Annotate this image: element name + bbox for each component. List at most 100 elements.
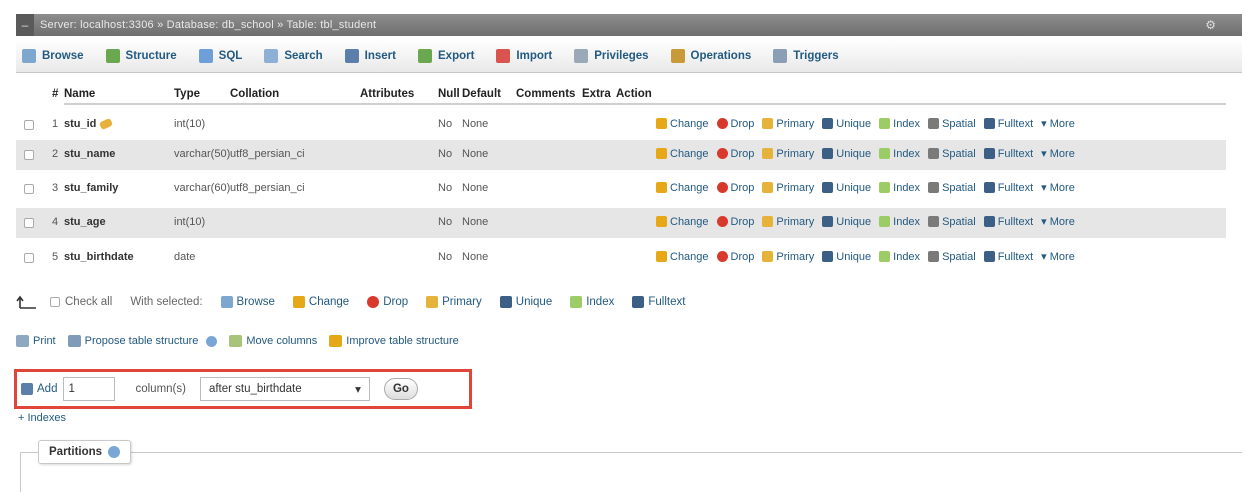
check-all[interactable]: Check all <box>50 296 112 308</box>
action-fulltext[interactable]: Fulltext <box>983 215 1033 228</box>
bulk-drop-button[interactable]: Drop <box>367 296 408 308</box>
bulk-index-button[interactable]: Index <box>570 296 614 308</box>
propose-structure-link[interactable]: Propose table structure <box>67 335 218 347</box>
header-type[interactable]: Type <box>174 88 200 104</box>
action-primary[interactable]: Primary <box>762 250 814 263</box>
bulk-change-button[interactable]: Change <box>292 296 349 308</box>
tab-search[interactable]: Search <box>264 48 323 63</box>
move-columns-icon <box>229 335 243 347</box>
action-change[interactable]: Change <box>656 250 709 263</box>
column-name[interactable]: stu_birthdate <box>64 251 134 263</box>
table-row: 3 stu_family varchar(60) utf8_persian_ci No N… <box>16 174 1226 204</box>
action-drop[interactable]: Drop <box>716 181 754 194</box>
action-more[interactable]: ▾ More <box>1041 147 1075 160</box>
action-spatial[interactable]: Spatial <box>928 117 976 130</box>
action-primary[interactable]: Primary <box>762 147 814 160</box>
tab-triggers[interactable]: Triggers <box>773 48 839 63</box>
tab-structure[interactable]: Structure <box>105 48 177 63</box>
help-icon[interactable] <box>108 446 121 458</box>
action-index[interactable]: Index <box>879 215 920 228</box>
action-unique[interactable]: Unique <box>822 117 871 130</box>
column-type-text: int(10) <box>174 216 206 228</box>
row-checkbox[interactable] <box>24 150 34 160</box>
column-name[interactable]: stu_name <box>64 148 115 160</box>
action-label: Change <box>670 181 709 194</box>
action-change[interactable]: Change <box>656 147 709 160</box>
action-spatial[interactable]: Spatial <box>928 250 976 263</box>
action-spatial[interactable]: Spatial <box>928 181 976 194</box>
header-comments[interactable]: Comments <box>516 88 575 104</box>
tab-insert[interactable]: Insert <box>344 48 396 63</box>
improve-structure-link[interactable]: Improve table structure <box>329 335 459 347</box>
breadcrumb[interactable]: Server: localhost:3306 » Database: db_sc… <box>40 19 376 31</box>
tab-browse[interactable]: Browse <box>22 48 84 63</box>
action-more[interactable]: ▾ More <box>1041 215 1075 228</box>
action-unique[interactable]: Unique <box>822 215 871 228</box>
tab-operations[interactable]: Operations <box>670 48 751 63</box>
action-primary[interactable]: Primary <box>762 215 814 228</box>
action-unique[interactable]: Unique <box>822 147 871 160</box>
header-attributes[interactable]: Attributes <box>360 88 414 104</box>
action-index[interactable]: Index <box>879 117 920 130</box>
column-position-select[interactable]: after stu_birthdate ▾ <box>199 377 370 401</box>
tab-export[interactable]: Export <box>418 48 474 63</box>
action-spatial[interactable]: Spatial <box>928 147 976 160</box>
row-checkbox[interactable] <box>24 218 34 228</box>
print-link[interactable]: Print <box>16 335 56 347</box>
row-checkbox[interactable] <box>24 184 34 194</box>
action-spatial[interactable]: Spatial <box>928 215 976 228</box>
column-name[interactable]: stu_id <box>64 117 114 131</box>
key-icon <box>762 251 774 262</box>
action-change[interactable]: Change <box>656 181 709 194</box>
action-unique[interactable]: Unique <box>822 250 871 263</box>
action-unique[interactable]: Unique <box>822 181 871 194</box>
tab-privileges[interactable]: Privileges <box>574 48 649 63</box>
action-primary[interactable]: Primary <box>762 117 814 130</box>
partitions-fieldset <box>20 452 1242 492</box>
bulk-fulltext-button[interactable]: Fulltext <box>632 296 685 308</box>
chevron-down-icon: ▾ <box>355 384 361 396</box>
header-collation[interactable]: Collation <box>230 88 279 104</box>
action-primary[interactable]: Primary <box>762 181 814 194</box>
action-drop[interactable]: Drop <box>716 215 754 228</box>
action-change[interactable]: Change <box>656 215 709 228</box>
header-extra[interactable]: Extra <box>582 88 611 104</box>
move-columns-link[interactable]: Move columns <box>229 335 317 347</box>
action-label: Drop <box>730 250 755 263</box>
action-drop[interactable]: Drop <box>716 147 754 160</box>
tab-import[interactable]: Import <box>496 48 552 63</box>
action-fulltext[interactable]: Fulltext <box>983 181 1033 194</box>
action-change[interactable]: Change <box>656 117 709 130</box>
check-all-checkbox[interactable] <box>50 297 60 307</box>
bulk-primary-button[interactable]: Primary <box>426 296 482 308</box>
action-more[interactable]: ▾ More <box>1041 250 1075 263</box>
row-checkbox[interactable] <box>24 120 34 130</box>
action-fulltext[interactable]: Fulltext <box>983 250 1033 263</box>
action-drop[interactable]: Drop <box>716 250 755 263</box>
column-name[interactable]: stu_family <box>64 182 118 194</box>
action-index[interactable]: Index <box>879 181 920 194</box>
action-drop[interactable]: Drop <box>716 117 754 130</box>
go-button[interactable]: Go <box>383 378 418 400</box>
help-icon[interactable] <box>206 335 218 347</box>
action-more[interactable]: ▾ More <box>1041 181 1075 194</box>
action-index[interactable]: Index <box>879 250 920 263</box>
action-index[interactable]: Index <box>879 147 920 160</box>
indexes-link[interactable]: + Indexes <box>18 412 66 424</box>
bulk-unique-button[interactable]: Unique <box>499 296 552 308</box>
row-checkbox[interactable] <box>24 253 34 263</box>
minimize-icon[interactable]: – <box>16 14 34 36</box>
header-default[interactable]: Default <box>462 88 501 104</box>
action-fulltext[interactable]: Fulltext <box>983 147 1033 160</box>
column-default: None <box>462 251 488 263</box>
header-null[interactable]: Null <box>438 88 460 104</box>
gear-icon[interactable]: ⚙ <box>1205 18 1216 32</box>
bulk-browse-button[interactable]: Browse <box>220 296 275 308</box>
action-more[interactable]: ▾ More <box>1041 117 1075 130</box>
action-fulltext[interactable]: Fulltext <box>983 117 1033 130</box>
privileges-icon <box>574 48 589 63</box>
header-name[interactable]: Name <box>64 88 95 104</box>
column-name[interactable]: stu_age <box>64 216 106 228</box>
column-count-input[interactable] <box>63 377 116 401</box>
tab-sql[interactable]: SQL <box>198 48 242 63</box>
